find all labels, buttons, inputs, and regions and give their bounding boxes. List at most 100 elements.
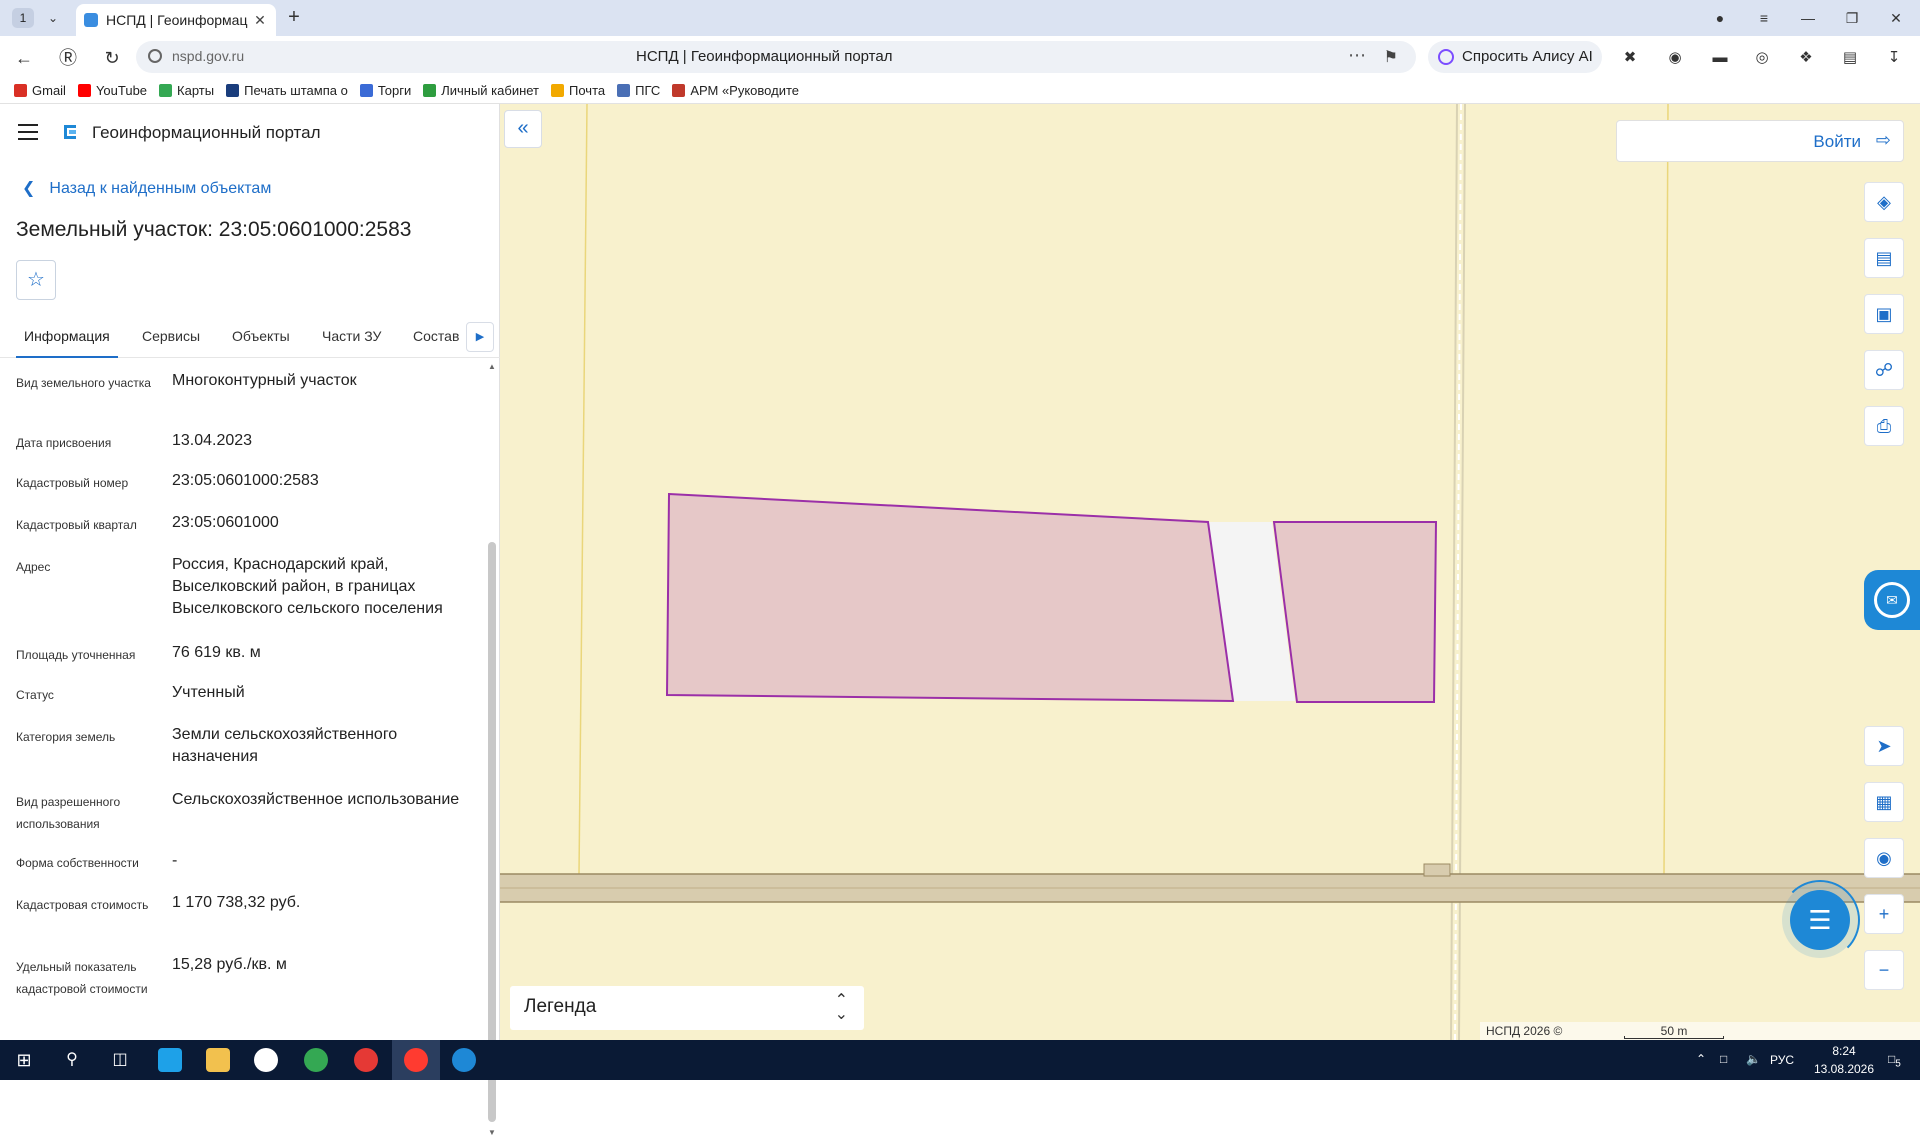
area-search-icon: ▣ <box>1875 304 1893 324</box>
back-to-results-link[interactable]: ❮ Назад к найденным объектам <box>22 178 271 198</box>
network-icon[interactable]: □ <box>1720 1052 1727 1066</box>
feedback-button[interactable]: ✉ <box>1864 570 1920 630</box>
extension-icon[interactable]: ◎ <box>1752 48 1772 68</box>
back-arrow-icon[interactable]: ← <box>10 44 38 72</box>
bookmark-icon[interactable]: ⚑ <box>1384 47 1398 67</box>
bookmark-item[interactable]: Почта <box>551 83 605 98</box>
bookmark-label: Печать штампа о <box>244 83 348 98</box>
info-tabs: Информация Сервисы Объекты Части ЗУ Сост… <box>0 316 500 358</box>
site-info-icon[interactable] <box>148 49 162 63</box>
new-tab-button[interactable]: + <box>282 6 306 30</box>
bookmark-item[interactable]: Карты <box>159 83 214 98</box>
scroll-down-icon[interactable]: ▼ <box>488 1128 496 1137</box>
hamburger-menu-icon[interactable] <box>18 124 38 140</box>
active-tab[interactable]: НСПД | Геоинформац ✕ <box>76 4 276 36</box>
app-icon[interactable] <box>452 1048 476 1072</box>
tray-chevron-icon[interactable]: ⌃ <box>1696 1052 1706 1066</box>
tab-composition[interactable]: Состав <box>413 328 459 344</box>
page-title: НСПД | Геоинформационный портал <box>636 48 893 65</box>
login-button[interactable]: Войти ⇨ <box>1616 120 1904 162</box>
measure-button[interactable]: ▤ <box>1864 238 1904 278</box>
minimap-button[interactable]: ▦ <box>1864 782 1904 822</box>
windows-start-icon[interactable]: ⊞ <box>12 1048 36 1072</box>
notifications-icon[interactable]: □5 <box>1888 1052 1901 1069</box>
share-button[interactable]: ☍ <box>1864 350 1904 390</box>
tab-count-badge[interactable]: 1 <box>12 8 34 28</box>
close-tab-icon[interactable]: ✕ <box>252 12 268 29</box>
geo-search-button[interactable]: ◉ <box>1864 838 1904 878</box>
edge-browser-icon[interactable] <box>158 1048 182 1072</box>
map-canvas[interactable]: « Войти ⇨ ◈ ▤ ▣ ☍ ⎙ ✉ ➤ ▦ ◉ + − ☰ Легенд… <box>500 104 1920 1040</box>
attribute-value: 1 170 738,32 руб. <box>172 894 301 911</box>
print-button[interactable]: ⎙ <box>1864 406 1904 446</box>
minimize-icon[interactable]: — <box>1794 6 1822 30</box>
extension-icon[interactable]: ✖ <box>1620 48 1640 68</box>
scroll-up-icon[interactable]: ▲ <box>488 362 496 371</box>
my-location-button[interactable]: ➤ <box>1864 726 1904 766</box>
chrome-icon[interactable] <box>304 1048 328 1072</box>
layers-button[interactable]: ◈ <box>1864 182 1904 222</box>
tab-parts[interactable]: Части ЗУ <box>322 328 381 344</box>
legend-toggle[interactable]: Легенда ⌃ ⌄ <box>510 986 864 1030</box>
tabs-scroll-right-button[interactable]: ▶ <box>466 322 494 352</box>
extension-icon[interactable]: ◉ <box>1665 48 1685 68</box>
download-icon[interactable]: ↧ <box>1884 48 1904 68</box>
bookmark-item[interactable]: Личный кабинет <box>423 83 539 98</box>
url-field[interactable]: nspd.gov.ru НСПД | Геоинформационный пор… <box>136 41 1416 73</box>
tab-information[interactable]: Информация <box>24 328 110 344</box>
restore-icon[interactable]: ❐ <box>1838 6 1866 30</box>
attribute-value: 23:05:0601000:2583 <box>172 472 319 489</box>
ask-alice-button[interactable]: Спросить Алису AI <box>1428 41 1602 73</box>
attribute-value: 76 619 кв. м <box>172 644 261 661</box>
reload-icon[interactable]: ↻ <box>98 44 126 72</box>
volume-icon[interactable]: 🔈 <box>1746 1052 1761 1066</box>
tab-objects[interactable]: Объекты <box>232 328 290 344</box>
file-explorer-icon[interactable] <box>206 1048 230 1072</box>
scrollbar-thumb[interactable] <box>488 542 496 1122</box>
bookmark-item[interactable]: АРМ «Руководите <box>672 83 799 98</box>
puzzle-icon[interactable]: ❖ <box>1796 48 1816 68</box>
navigation-arrow-icon: ➤ <box>1876 736 1892 756</box>
expand-collapse-icon: ⌃ ⌄ <box>834 992 848 1023</box>
bookmark-item[interactable]: Торги <box>359 83 411 98</box>
collections-icon[interactable]: ▤ <box>1840 48 1860 68</box>
favorite-button[interactable]: ☆ <box>16 260 56 300</box>
ccleaner-icon[interactable] <box>254 1048 278 1072</box>
profile-icon[interactable]: ● <box>1706 6 1734 30</box>
close-window-icon[interactable]: ✕ <box>1882 6 1910 30</box>
bookmark-favicon-icon <box>226 84 240 97</box>
zoom-out-button[interactable]: − <box>1864 950 1904 990</box>
more-icon[interactable]: ⋯ <box>1348 45 1366 66</box>
collapse-panel-button[interactable]: « <box>504 110 542 148</box>
nspd-logo-icon <box>64 125 76 139</box>
panel-scrollbar[interactable]: ▲ ▼ <box>488 362 496 1142</box>
bookmark-label: Почта <box>569 83 606 98</box>
extension-icon[interactable]: ▬ <box>1710 48 1730 68</box>
bookmark-item[interactable]: Печать штампа о <box>226 83 348 98</box>
yandex-icon[interactable]: Ⓡ <box>54 44 82 72</box>
yandex-app-icon[interactable] <box>354 1048 378 1072</box>
task-view-icon[interactable]: ◫ <box>108 1048 132 1072</box>
clock-time[interactable]: 8:24 <box>1822 1044 1866 1058</box>
ruler-icon: ▤ <box>1875 248 1893 268</box>
bookmark-item[interactable]: ПГС <box>617 83 660 98</box>
bookmark-item[interactable]: Gmail <box>14 83 66 98</box>
language-indicator[interactable]: РУС <box>1770 1053 1794 1067</box>
attribute-label: Форма собственности <box>16 856 139 870</box>
chevron-down-icon[interactable]: ⌄ <box>42 8 64 28</box>
select-area-button[interactable]: ▣ <box>1864 294 1904 334</box>
bookmark-favicon-icon <box>159 84 173 97</box>
attribute-value: Россия, Краснодарский край, Выселковский… <box>172 556 443 617</box>
tab-services[interactable]: Сервисы <box>142 328 200 344</box>
bookmark-item[interactable]: YouTube <box>77 83 147 98</box>
zoom-in-button[interactable]: + <box>1864 894 1904 934</box>
menu-icon[interactable]: ≡ <box>1750 6 1778 30</box>
clock-date[interactable]: 13.08.2026 <box>1806 1062 1882 1076</box>
bookmark-favicon-icon <box>423 84 437 97</box>
boundary-line <box>1663 104 1669 875</box>
attribute-label: Категория земель <box>16 730 116 744</box>
yandex-browser-icon[interactable] <box>404 1048 428 1072</box>
search-icon[interactable]: ⚲ <box>60 1048 84 1072</box>
attribute-value: 23:05:0601000 <box>172 514 279 531</box>
chat-button[interactable]: ☰ <box>1790 890 1850 950</box>
